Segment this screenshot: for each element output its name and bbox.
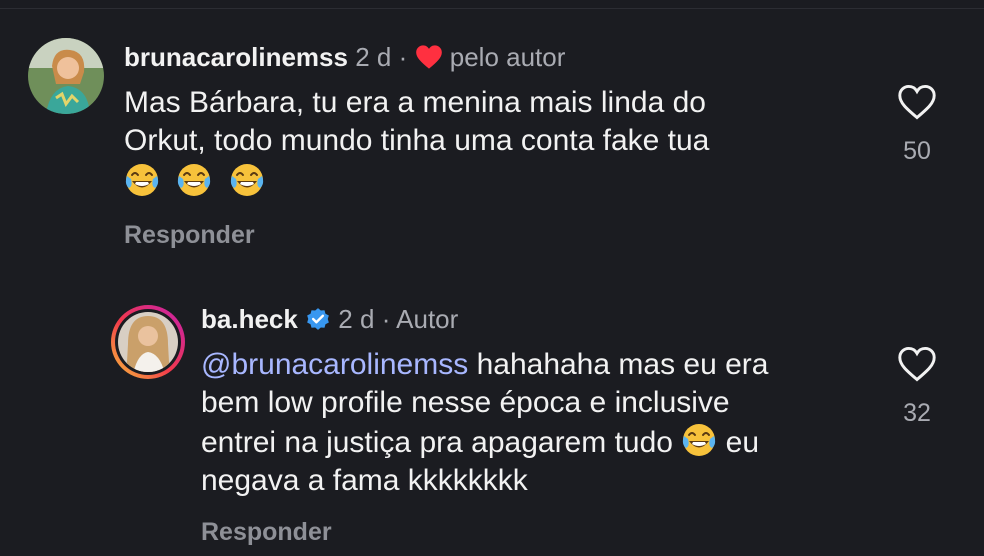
timestamp: 2 d	[338, 304, 375, 334]
emoji-row	[124, 160, 864, 204]
timestamp: 2 d	[355, 42, 392, 72]
heart-outline-icon[interactable]	[897, 84, 937, 124]
laughing-emoji-icon	[176, 162, 212, 198]
laughing-emoji-icon	[124, 162, 160, 198]
avatar-story-ring[interactable]	[110, 304, 186, 380]
top-divider	[0, 0, 984, 9]
comment-text-line: entrei na justiça pra apagarem tudo eu	[201, 422, 881, 462]
reply-button[interactable]: Responder	[124, 221, 255, 250]
verified-badge-icon	[305, 306, 331, 339]
like-count: 50	[903, 137, 931, 165]
username[interactable]: brunacarolinemss	[124, 42, 348, 72]
comment-text-line: Mas Bárbara, tu era a menina mais linda …	[124, 86, 706, 119]
separator: ·	[398, 42, 408, 72]
comment-text-line: negava a fama kkkkkkkk	[201, 464, 528, 497]
comment-text-segment: eu	[725, 426, 760, 459]
comment-text: Mas Bárbara, tu era a menina mais linda …	[124, 84, 864, 204]
comment-header: ba.heck 2 d · Autor	[201, 303, 458, 339]
comment-text: @brunacarolinemss hahahaha mas eu era be…	[201, 346, 881, 500]
laughing-emoji-icon	[681, 422, 717, 458]
comment-text-line: Orkut, todo mundo tinha uma conta fake t…	[124, 124, 710, 157]
heart-filled-icon	[415, 44, 443, 77]
mention-link[interactable]: @brunacarolinemss	[201, 348, 468, 381]
comment-text-segment: hahahaha mas eu era	[476, 348, 769, 381]
username[interactable]: ba.heck	[201, 304, 298, 334]
like-control: 50	[897, 84, 937, 166]
reply-button[interactable]: Responder	[201, 518, 332, 547]
laughing-emoji-icon	[229, 162, 265, 198]
liked-by-author-label: pelo autor	[449, 42, 566, 72]
comment-text-line: bem low profile nesse época e inclusive	[201, 386, 730, 419]
comment-header: brunacarolinemss 2 d · pelo autor	[124, 41, 565, 77]
like-count: 32	[903, 399, 931, 427]
comment-text-segment: entrei na justiça pra apagarem tudo	[201, 426, 673, 459]
comment-text-line: @brunacarolinemss hahahaha mas eu era	[201, 346, 881, 384]
separator: ·	[381, 304, 391, 334]
like-control: 32	[897, 346, 937, 428]
author-label: Autor	[396, 304, 459, 334]
avatar[interactable]	[28, 38, 104, 114]
heart-outline-icon[interactable]	[897, 346, 937, 386]
